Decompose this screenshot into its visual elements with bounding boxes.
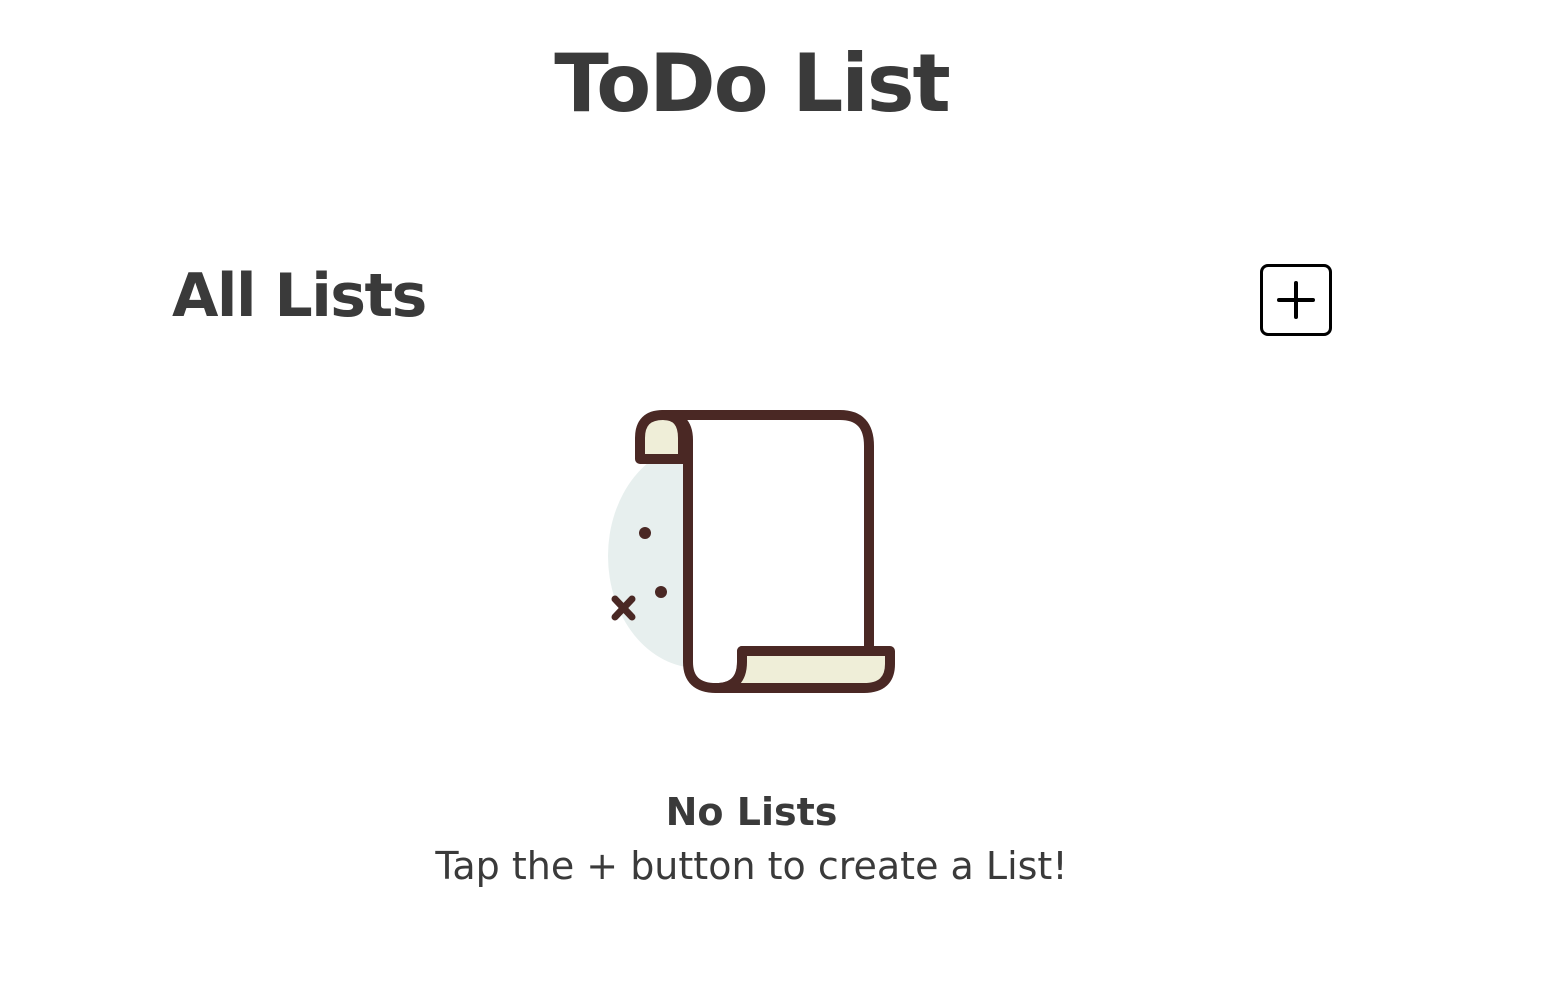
add-list-button[interactable] xyxy=(1260,264,1332,336)
app-title: ToDo List xyxy=(554,37,950,130)
scroll-bottom-roll xyxy=(711,646,895,693)
lists-header: All Lists xyxy=(172,262,1334,338)
empty-state-title: No Lists xyxy=(665,790,838,834)
sparkle-dot xyxy=(655,586,667,598)
sparkle-dot xyxy=(639,527,651,539)
plus-icon xyxy=(1277,281,1315,319)
empty-list-illustration xyxy=(600,404,900,700)
empty-state-subtitle: Tap the + button to create a List! xyxy=(435,844,1068,888)
scroll-icon xyxy=(608,410,895,693)
section-title: All Lists xyxy=(172,261,427,331)
